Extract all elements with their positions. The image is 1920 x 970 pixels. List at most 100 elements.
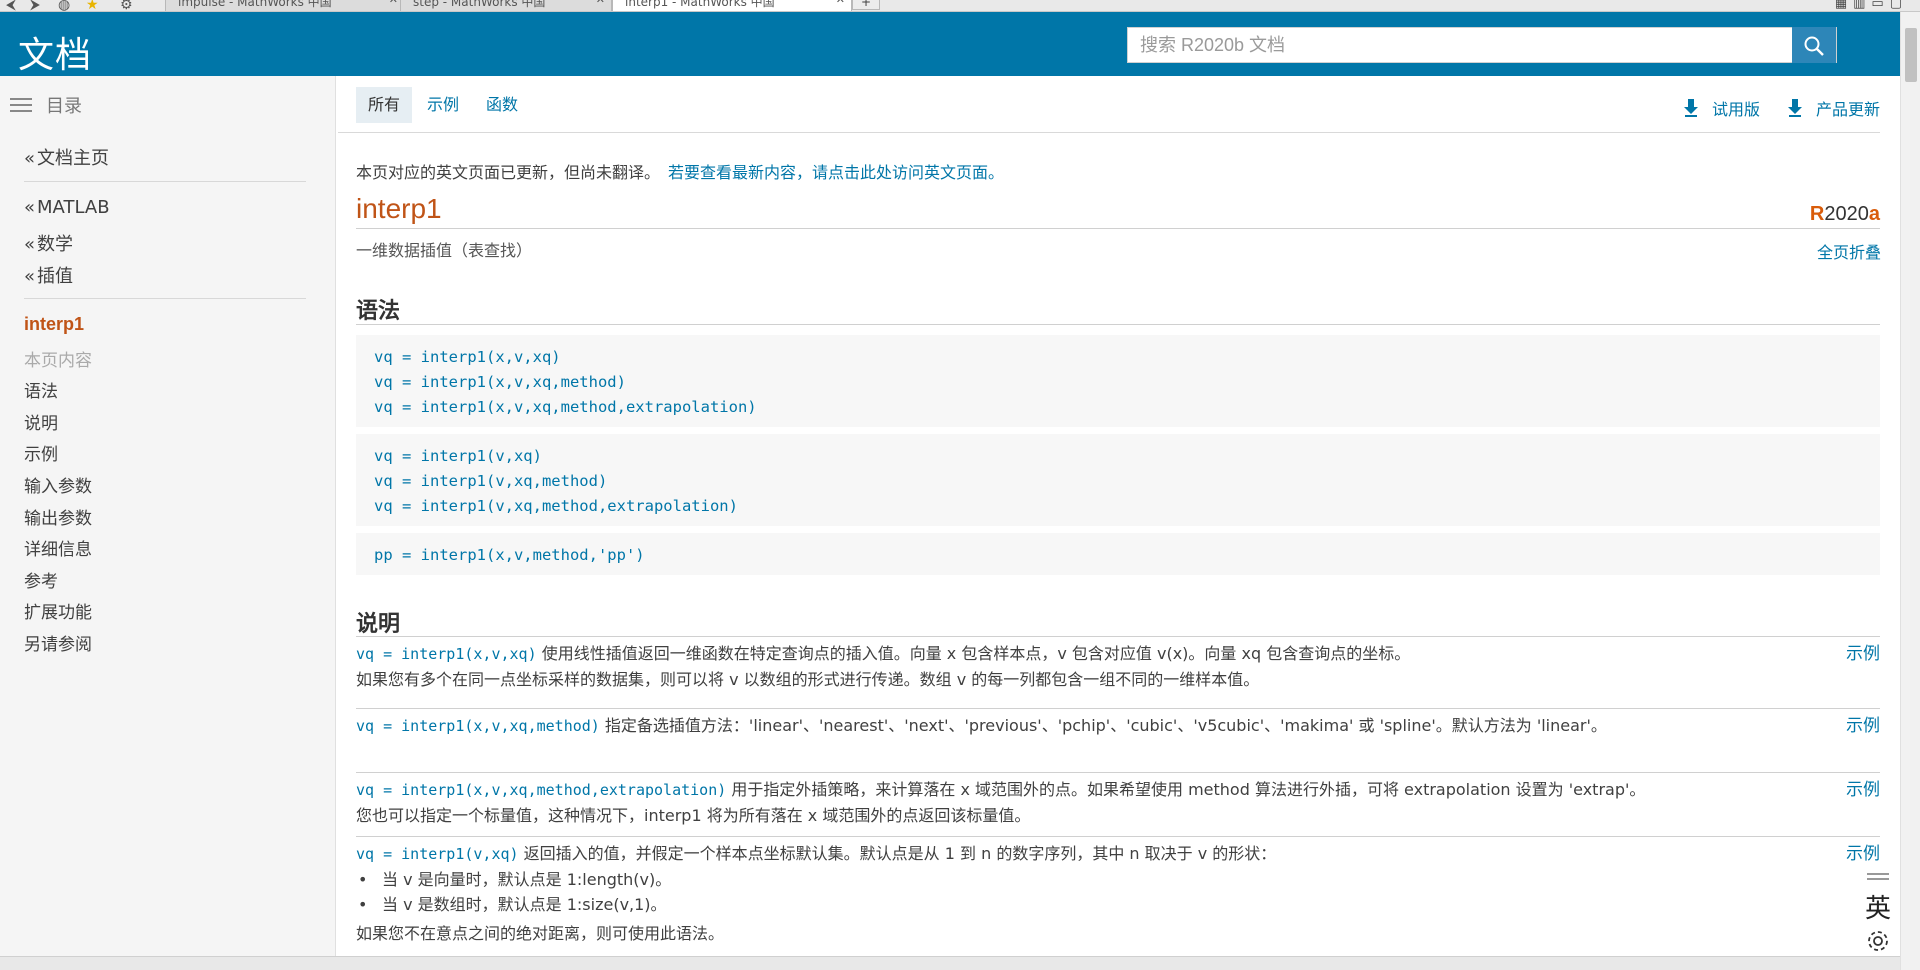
close-icon[interactable]: ✕ (836, 0, 845, 5)
breadcrumb-math[interactable]: «数学 (24, 230, 73, 256)
bottom-scrollbar[interactable] (0, 956, 1900, 970)
trial-label: 试用版 (1712, 100, 1761, 119)
scrollbar-thumb[interactable] (1905, 28, 1917, 82)
toc-toggle[interactable]: 目录 (10, 92, 82, 118)
description-text: 返回插入的值，并假定一个样本点坐标默认集。默认点是从 1 到 n 的数字序列，其… (518, 844, 1277, 863)
download-icon (1788, 99, 1802, 117)
search-input[interactable] (1128, 28, 1788, 62)
window-layout-icons[interactable]: ▦▥▭▢ (1835, 0, 1908, 11)
star-icon[interactable]: ★ (86, 0, 99, 11)
description-text: 用于指定外插策略，来计算落在 x 域范围外的点。如果希望使用 method 算法… (726, 780, 1646, 799)
drag-handle-icon[interactable] (1858, 873, 1898, 880)
description-paragraph: vq = interp1(x,v,xq,method) 指定备选插值方法：'li… (356, 709, 1756, 739)
release-number: 2020 (1824, 203, 1869, 225)
syntax-link[interactable]: vq = interp1(v,xq) (356, 845, 519, 863)
syntax-line[interactable]: vq = interp1(x,v,xq) (374, 345, 1880, 370)
collapse-all-link[interactable]: 全页折叠 (1817, 239, 1881, 263)
syntax-line[interactable]: vq = interp1(x,v,xq,method) (374, 370, 1880, 395)
filter-bar: 所有 示例 函数 试用版 产品更新 (338, 76, 1880, 133)
example-link[interactable]: 示例 (1846, 639, 1880, 664)
tab-label: step - MathWorks 中国 (413, 0, 546, 9)
syntax-group-2: vq = interp1(v,xq) vq = interp1(v,xq,met… (356, 434, 1880, 526)
description-text: 使用线性插值返回一维函数在特定查询点的插入值。向量 x 包含样本点，v 包含对应… (536, 644, 1411, 663)
chevron-left-icon: « (24, 234, 36, 255)
search-button[interactable] (1792, 27, 1836, 63)
example-link[interactable]: 示例 (1846, 711, 1880, 736)
syntax-divider (356, 324, 1880, 325)
close-icon[interactable]: ✕ (389, 0, 398, 5)
hamburger-icon (10, 94, 32, 116)
list-item: 当 v 是数组时，默认点是 1:size(v,1)。 (356, 892, 1756, 917)
example-link[interactable]: 示例 (1846, 775, 1880, 800)
description-paragraph: vq = interp1(x,v,xq) 使用线性插值返回一维函数在特定查询点的… (356, 637, 1756, 667)
breadcrumb-interpolation[interactable]: «插值 (24, 262, 73, 288)
settings-icon[interactable]: ⚙ (120, 0, 133, 11)
sidebar-item-syntax[interactable]: 语法 (24, 377, 58, 402)
product-updates-link[interactable]: 产品更新 (1788, 96, 1880, 120)
tab-label: interp1 - MathWorks 中国 (625, 0, 775, 9)
syntax-line[interactable]: pp = interp1(x,v,method,'pp') (374, 543, 1880, 568)
sidebar-item-references[interactable]: 参考 (24, 567, 58, 592)
description-text: 指定备选插值方法：'linear'、'nearest'、'next'、'prev… (599, 716, 1607, 735)
browser-tab-impulse[interactable]: impulse - MathWorks 中国 ✕ (165, 0, 405, 11)
english-page-link[interactable]: 若要查看最新内容，请点击此处访问英文页面。 (668, 163, 1004, 182)
syntax-link[interactable]: vq = interp1(x,v,xq) (356, 645, 537, 663)
sidebar-item-details[interactable]: 详细信息 (24, 535, 92, 560)
forward-icon[interactable]: ⮞ (30, 0, 40, 11)
sidebar-item-examples[interactable]: 示例 (24, 440, 58, 465)
breadcrumb-doc-home[interactable]: «文档主页 (24, 144, 109, 170)
sidebar-on-page-label: 本页内容 (24, 351, 92, 371)
syntax-link[interactable]: vq = interp1(x,v,xq,method) (356, 717, 600, 735)
syntax-group-3: pp = interp1(x,v,method,'pp') (356, 533, 1880, 575)
syntax-line[interactable]: vq = interp1(v,xq) (374, 444, 1880, 469)
description-paragraph: 您也可以指定一个标量值，这种情况下，interp1 将为所有落在 x 域范围外的… (356, 806, 1031, 825)
back-icon[interactable]: ⮜ (6, 0, 16, 11)
description-row-2: vq = interp1(x,v,xq,method) 指定备选插值方法：'li… (356, 708, 1880, 770)
globe-icon[interactable]: ◍ (58, 0, 70, 11)
syntax-line[interactable]: vq = interp1(x,v,xq,method,extrapolation… (374, 395, 1880, 420)
chevron-left-icon: « (24, 148, 36, 169)
sidebar-item-extended[interactable]: 扩展功能 (24, 598, 92, 623)
breadcrumb-label: MATLAB (37, 197, 110, 218)
sidebar-item-output-args[interactable]: 输出参数 (24, 504, 92, 529)
example-link[interactable]: 示例 (1846, 839, 1880, 864)
sidebar-item-input-args[interactable]: 输入参数 (24, 472, 92, 497)
page-scrollbar[interactable] (1900, 12, 1920, 970)
browser-tab-strip: ⮜ ⮞ ◍ ★ ⚙ impulse - MathWorks 中国 ✕ step -… (0, 0, 1920, 12)
translation-notice: 本页对应的英文页面已更新，但尚未翻译。 若要查看最新内容，请点击此处访问英文页面。 (356, 159, 1004, 183)
description-row-1: vq = interp1(x,v,xq) 使用线性插值返回一维函数在特定查询点的… (356, 636, 1880, 694)
doc-header: 文档 (0, 12, 1900, 76)
syntax-group-1: vq = interp1(x,v,xq) vq = interp1(x,v,xq… (356, 335, 1880, 427)
syntax-line[interactable]: vq = interp1(v,xq,method,extrapolation) (374, 494, 1880, 519)
new-tab-button[interactable]: + (852, 0, 880, 10)
page-title: interp1 (356, 193, 442, 224)
sidebar: 目录 «文档主页 «MATLAB «数学 «插值 interp1 本页内容 语法… (0, 76, 336, 956)
trial-link[interactable]: 试用版 (1684, 96, 1760, 120)
ime-widget[interactable]: 英 (1858, 870, 1898, 957)
syntax-link[interactable]: vq = interp1(x,v,xq,method,extrapolation… (356, 781, 726, 799)
browser-tab-interp1[interactable]: interp1 - MathWorks 中国 ✕ (612, 0, 852, 11)
gear-icon[interactable] (1866, 929, 1890, 953)
list-item: 当 v 是向量时，默认点是 1:length(v)。 (356, 867, 1756, 892)
ime-language-label[interactable]: 英 (1858, 888, 1898, 925)
syntax-heading: 语法 (356, 299, 401, 324)
sidebar-item-see-also[interactable]: 另请参阅 (24, 630, 92, 655)
syntax-line[interactable]: vq = interp1(v,xq,method) (374, 469, 1880, 494)
tab-all[interactable]: 所有 (356, 87, 413, 123)
description-paragraph: vq = interp1(x,v,xq,method,extrapolation… (356, 773, 1756, 803)
release-r: R (1809, 203, 1825, 225)
release-badge: R2020a (1810, 203, 1880, 226)
sidebar-current-page[interactable]: interp1 (24, 314, 84, 335)
title-divider (356, 228, 1880, 229)
release-a: a (1868, 203, 1880, 225)
breadcrumb-label: 文档主页 (37, 148, 110, 169)
close-icon[interactable]: ✕ (596, 0, 605, 5)
browser-tab-step[interactable]: step - MathWorks 中国 ✕ (400, 0, 612, 11)
page-subtitle: 一维数据插值（表查找） (356, 241, 533, 260)
doc-title[interactable]: 文档 (18, 26, 92, 78)
sidebar-item-description[interactable]: 说明 (24, 409, 58, 434)
tab-examples[interactable]: 示例 (415, 87, 471, 123)
breadcrumb-matlab[interactable]: «MATLAB (24, 197, 110, 218)
search-box (1127, 27, 1837, 63)
tab-functions[interactable]: 函数 (474, 87, 530, 123)
